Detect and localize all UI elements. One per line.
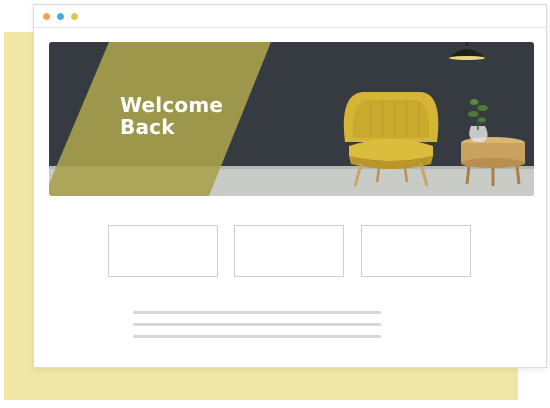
placeholder-text-line-2 [133, 323, 381, 326]
window-titlebar [34, 5, 546, 28]
placeholder-card-3 [361, 225, 471, 277]
placeholder-text-line-1 [133, 311, 381, 314]
illustration-stage: Welcome Back [0, 0, 550, 408]
placeholder-text-line-3 [133, 335, 381, 338]
hero-title: Welcome Back [120, 94, 223, 138]
placeholder-card-1 [108, 225, 218, 277]
close-dot-icon[interactable] [43, 12, 50, 20]
minimize-dot-icon[interactable] [57, 12, 64, 20]
hero-title-line-1: Welcome [120, 93, 224, 117]
hero-banner: Welcome Back [49, 42, 534, 196]
maximize-dot-icon[interactable] [71, 12, 78, 20]
placeholder-card-2 [234, 225, 344, 277]
hero-title-line-2: Back [120, 115, 175, 139]
